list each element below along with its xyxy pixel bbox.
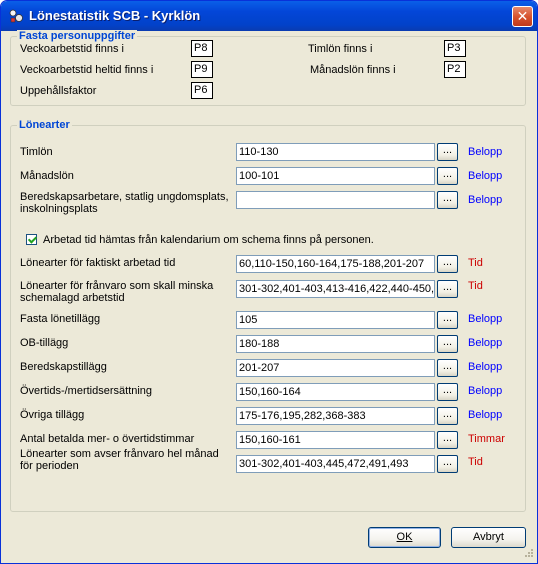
cancel-button[interactable]: Avbryt <box>451 527 526 548</box>
upphall-label: Uppehållsfaktor <box>20 85 97 97</box>
beredskapsarbetare-browse-button[interactable]: ... <box>437 191 458 209</box>
veckoarbetstid-label: Veckoarbetstid finns i <box>20 43 124 55</box>
veckoarbetstid-field[interactable]: P8 <box>191 40 213 57</box>
franvaro-hel-manad-label: Lönearter som avser frånvaro hel månad f… <box>20 448 219 472</box>
beredskapstillagg-input[interactable]: 201-207 <box>236 359 435 377</box>
overtidstimmar-input[interactable]: 150,160-161 <box>236 431 435 449</box>
beredskapstillagg-browse-button[interactable]: ... <box>437 359 458 377</box>
ob-tillagg-label: OB-tillägg <box>20 337 69 349</box>
lonearter-group-title: Lönearter <box>17 119 72 131</box>
fasta-lonetillagg-browse-button[interactable]: ... <box>437 311 458 329</box>
beredskapsarbetare-unit: Belopp <box>468 194 503 206</box>
overtidsersattning-browse-button[interactable]: ... <box>437 383 458 401</box>
manadslon-browse-button[interactable]: ... <box>437 167 458 185</box>
franvaro-hel-manad-unit: Tid <box>468 456 483 468</box>
kalendarium-checkbox-label[interactable]: Arbetad tid hämtas från kalendarium om s… <box>43 234 374 246</box>
timlon-input[interactable]: 110-130 <box>236 143 435 161</box>
faktiskt-arbetad-tid-input[interactable]: 60,110-150,160-164,175-188,201-207 <box>236 255 435 273</box>
overtidstimmar-browse-button[interactable]: ... <box>437 431 458 449</box>
faktiskt-arbetad-tid-unit: Tid <box>468 257 483 269</box>
ok-button[interactable]: OK <box>368 527 441 548</box>
fasta-lonetillagg-input[interactable]: 105 <box>236 311 435 329</box>
upphall-field[interactable]: P6 <box>191 82 213 99</box>
timlon-unit: Belopp <box>468 146 503 158</box>
manadslon-input[interactable]: 100-101 <box>236 167 435 185</box>
kalendarium-checkbox[interactable] <box>26 234 37 245</box>
ovriga-tillagg-label: Övriga tillägg <box>20 409 85 421</box>
overtidsersattning-unit: Belopp <box>468 385 503 397</box>
manadslon-finns-field[interactable]: P2 <box>444 61 466 78</box>
beredskapsarbetare-input[interactable] <box>236 191 435 209</box>
ob-tillagg-input[interactable]: 180-188 <box>236 335 435 353</box>
faktiskt-arbetad-tid-label: Lönearter för faktiskt arbetad tid <box>20 257 176 269</box>
timlon-finns-label: Timlön finns i <box>308 43 373 55</box>
app-icon <box>9 9 23 23</box>
overtidsersattning-input[interactable]: 150,160-164 <box>236 383 435 401</box>
close-button[interactable]: ✕ <box>512 6 533 27</box>
ovriga-tillagg-input[interactable]: 175-176,195,282,368-383 <box>236 407 435 425</box>
close-icon: ✕ <box>516 8 529 25</box>
ovriga-tillagg-browse-button[interactable]: ... <box>437 407 458 425</box>
dialog-window: Lönestatistik SCB - Kyrklön ✕ Fasta pers… <box>0 0 538 564</box>
fasta-lonetillagg-label: Fasta lönetillägg <box>20 313 101 325</box>
ob-tillagg-unit: Belopp <box>468 337 503 349</box>
overtidstimmar-unit: Timmar <box>468 433 505 445</box>
timlon-label: Timlön <box>20 146 53 158</box>
manadslon-finns-label: Månadslön finns i <box>310 64 396 76</box>
franvaro-schema-label: Lönearter för frånvaro som skall minska … <box>20 280 214 304</box>
overtidsersattning-label: Övertids-/mertidsersättning <box>20 385 153 397</box>
ovriga-tillagg-unit: Belopp <box>468 409 503 421</box>
fasta-lonetillagg-unit: Belopp <box>468 313 503 325</box>
beredskapsarbetare-label: Beredskapsarbetare, statlig ungdomsplats… <box>20 191 229 215</box>
franvaro-hel-manad-browse-button[interactable]: ... <box>437 455 458 473</box>
franvaro-schema-input[interactable]: 301-302,401-403,413-416,422,440-450,4 <box>236 280 435 298</box>
franvaro-hel-manad-input[interactable]: 301-302,401-403,445,472,491,493 <box>236 455 435 473</box>
title-bar[interactable]: Lönestatistik SCB - Kyrklön ✕ <box>1 1 537 31</box>
heltid-field[interactable]: P9 <box>191 61 213 78</box>
ob-tillagg-browse-button[interactable]: ... <box>437 335 458 353</box>
beredskapstillagg-unit: Belopp <box>468 361 503 373</box>
timlon-browse-button[interactable]: ... <box>437 143 458 161</box>
faktiskt-arbetad-tid-browse-button[interactable]: ... <box>437 255 458 273</box>
manadslon-label: Månadslön <box>20 170 74 182</box>
heltid-label: Veckoarbetstid heltid finns i <box>20 64 154 76</box>
ok-button-label: OK <box>396 531 413 543</box>
window-title: Lönestatistik SCB - Kyrklön <box>29 8 201 23</box>
overtidstimmar-label: Antal betalda mer- o övertidstimmar <box>20 433 195 445</box>
fasta-group-title: Fasta personuppgifter <box>17 30 138 42</box>
resize-grip-icon[interactable] <box>521 547 534 560</box>
manadslon-unit: Belopp <box>468 170 503 182</box>
franvaro-schema-unit: Tid <box>468 280 483 292</box>
beredskapstillagg-label: Beredskapstillägg <box>20 361 107 373</box>
franvaro-schema-browse-button[interactable]: ... <box>437 280 458 298</box>
timlon-finns-field[interactable]: P3 <box>444 40 466 57</box>
